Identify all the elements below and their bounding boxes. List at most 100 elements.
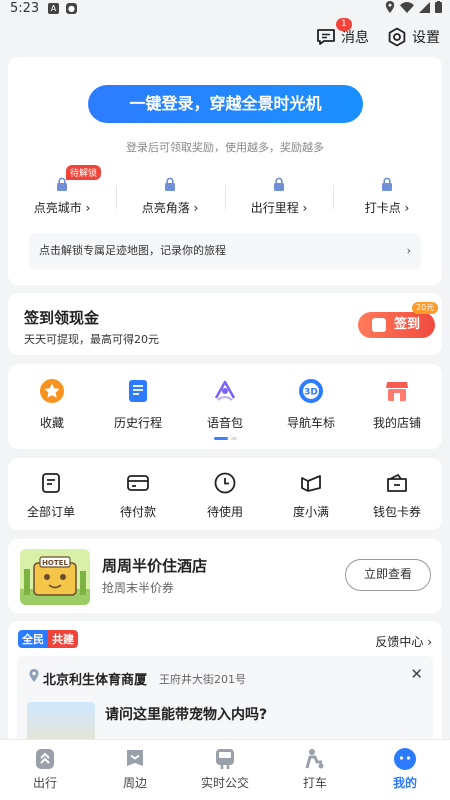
history-trips-button[interactable]: 历史行程	[95, 378, 181, 431]
notification-map-icon: ●	[66, 3, 77, 14]
lock-icon	[57, 177, 67, 191]
orders-icon	[42, 473, 60, 493]
gear-icon	[388, 27, 406, 47]
calendar-check-icon	[372, 318, 386, 332]
one-click-login-button[interactable]: 一键登录，穿越全景时光机	[88, 85, 363, 123]
login-card: 一键登录，穿越全景时光机 登录后可领取奖励，使用越多，奖励越多 待解锁 点亮城市…	[8, 57, 442, 285]
order-label: 全部订单	[26, 505, 75, 519]
card-icon	[127, 475, 149, 491]
clock-icon	[214, 472, 236, 494]
unlock-corner[interactable]: 点亮角落 ›	[116, 177, 224, 216]
nav-car-icon-button[interactable]: 3D 导航车标	[268, 378, 354, 431]
signin-subtitle: 天天可提现，最高可得20元	[24, 333, 159, 346]
taxi-icon	[305, 749, 324, 769]
my-store-button[interactable]: 我的店铺	[354, 378, 440, 431]
notification-a-icon: A	[48, 3, 59, 14]
signin-reward-tag: 20元	[412, 302, 439, 314]
tab-travel[interactable]: 出行	[0, 747, 90, 791]
star-icon	[40, 379, 64, 403]
top-nav: 1 消息 设置	[316, 18, 440, 47]
profile-icon	[394, 748, 416, 770]
wallet-coupons-button[interactable]: 钱包卡券	[354, 471, 440, 520]
quick-action-label: 历史行程	[113, 416, 162, 430]
order-label: 待使用	[206, 505, 243, 519]
to-use-button[interactable]: 待使用	[182, 471, 268, 520]
poi-question: 请问这里能带宠物入内吗?	[105, 707, 268, 723]
wallet-icon	[387, 473, 407, 492]
footprint-map-banner[interactable]: 点击解锁专属足迹地图，记录你的旅程 ›	[29, 233, 421, 269]
unlock-label: 打卡点 ›	[364, 201, 410, 215]
signin-card: 签到领现金 天天可提现，最高可得20元 签到 20元	[8, 293, 442, 355]
view-now-button[interactable]: 立即查看	[345, 559, 431, 591]
feedback-center-link[interactable]: 反馈中心 ›	[375, 633, 432, 650]
community-tag: 全民 共建	[18, 630, 78, 648]
messages-badge: 1	[336, 18, 352, 31]
tab-nearby[interactable]: 周边	[90, 747, 180, 791]
unlock-mileage[interactable]: 出行里程 ›	[225, 177, 333, 216]
order-label: 待付款	[119, 505, 156, 519]
voice-icon	[214, 380, 236, 401]
tab-realtime-bus[interactable]: 实时公交	[180, 747, 270, 791]
close-icon[interactable]: ✕	[410, 665, 423, 683]
lock-icon	[165, 177, 175, 191]
hotel-promo-subtitle: 抢周末半价券	[102, 581, 175, 595]
store-icon	[386, 382, 408, 401]
order-label: 钱包卡券	[372, 505, 421, 519]
tab-label: 出行	[32, 776, 57, 790]
community-qa-card: 全民 共建 反馈中心 › 北京利生体育商厦 王府井大街201号 ✕ 请问这里能带…	[8, 621, 442, 762]
signin-button-label: 签到	[394, 317, 421, 332]
history-doc-icon	[129, 380, 147, 402]
unlock-city[interactable]: 点亮城市 ›	[8, 177, 116, 216]
settings-button[interactable]: 设置	[387, 27, 440, 47]
duxiaoman-icon	[301, 475, 321, 492]
battery-icon	[435, 1, 442, 13]
page-dot	[231, 437, 237, 440]
nav-3d-icon: 3D	[299, 379, 323, 403]
page-dot-active	[214, 437, 228, 440]
unlock-label: 点亮城市 ›	[33, 201, 91, 215]
unlock-label: 点亮角落 ›	[141, 201, 199, 215]
favorites-button[interactable]: 收藏	[9, 378, 95, 431]
community-tag-a: 全民	[18, 630, 48, 648]
quick-action-label: 收藏	[39, 416, 64, 430]
lock-icon	[382, 177, 392, 191]
all-orders-button[interactable]: 全部订单	[8, 471, 94, 520]
signal-icon	[419, 1, 430, 13]
footprint-text: 点击解锁专属足迹地图，记录你的旅程	[39, 244, 226, 257]
hotel-sign-text: HOTEL	[42, 559, 68, 567]
unlock-checkin-spot[interactable]: 打卡点 ›	[333, 177, 441, 216]
community-tag-b: 共建	[48, 630, 78, 648]
quick-action-label: 我的店铺	[372, 416, 421, 430]
duxiaoman-button[interactable]: 度小满	[268, 471, 354, 520]
tab-label: 我的	[392, 776, 417, 790]
messages-button[interactable]: 1 消息	[316, 18, 369, 47]
quick-actions-card: 收藏 历史行程 语音包 3D 导航车标 我的店铺	[8, 364, 442, 449]
status-icons	[385, 1, 442, 13]
chevron-right-icon: ›	[406, 244, 411, 257]
pending-payment-button[interactable]: 待付款	[95, 471, 181, 520]
bus-icon	[216, 749, 234, 769]
unlock-row: 点亮城市 › 点亮角落 › 出行里程 › 打卡点 ›	[8, 177, 442, 217]
tab-label: 打车	[302, 776, 327, 790]
hotel-promo-card[interactable]: HOTEL 周周半价住酒店 抢周末半价券 立即查看	[8, 539, 442, 613]
login-hint: 登录后可领取奖励，使用越多，奖励越多	[126, 141, 324, 154]
tab-taxi[interactable]: 打车	[270, 747, 360, 791]
voice-pack-button[interactable]: 语音包	[182, 378, 268, 431]
unlock-label: 出行里程 ›	[250, 201, 308, 215]
location-icon	[385, 1, 395, 13]
quick-action-label: 导航车标	[286, 416, 335, 430]
wifi-icon	[400, 1, 414, 13]
quick-actions-row: 收藏 历史行程 语音包 3D 导航车标 我的店铺	[8, 378, 442, 438]
signin-title: 签到领现金	[24, 309, 100, 327]
page-indicator	[214, 437, 237, 440]
tab-label: 周边	[122, 776, 147, 790]
tab-profile[interactable]: 我的	[360, 747, 450, 791]
tab-label: 实时公交	[200, 776, 249, 790]
settings-label: 设置	[412, 30, 440, 46]
poi-address: 王府井大街201号	[159, 673, 246, 686]
quick-action-label: 语音包	[206, 416, 243, 430]
signin-button[interactable]: 签到	[358, 312, 435, 338]
message-icon	[317, 29, 335, 45]
poi-name: 北京利生体育商厦	[43, 673, 148, 688]
lock-icon	[274, 177, 284, 191]
